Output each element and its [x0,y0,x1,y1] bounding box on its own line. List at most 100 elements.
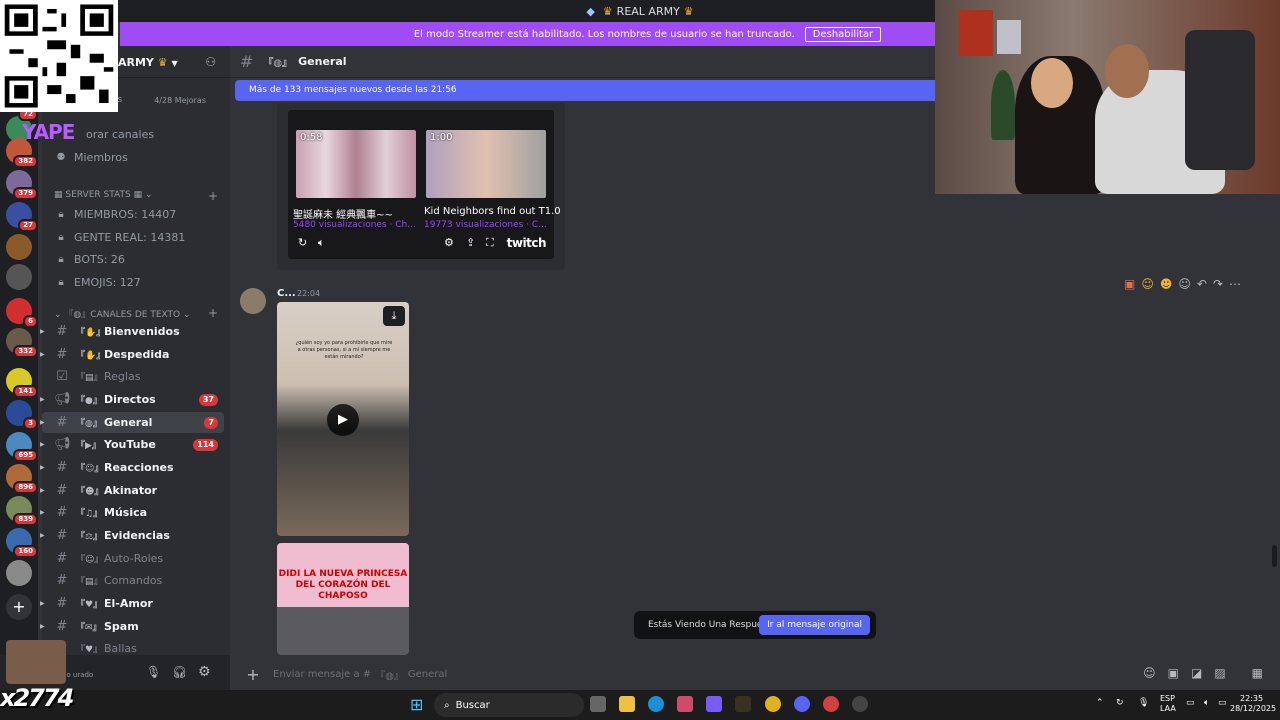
reply-icon[interactable]: ↶ [1197,277,1207,293]
server-icon[interactable]: 695 [6,432,38,462]
channel-auto-roles[interactable]: # 『☺』 Auto-Roles [42,548,224,569]
language-code[interactable]: ESP [1160,694,1175,703]
clock-time[interactable]: 22:35 [1240,694,1263,703]
language-code[interactable]: LAA [1160,704,1176,713]
chrome-icon[interactable] [765,696,781,712]
play-icon[interactable]: ▶ [327,404,359,436]
clip-thumbnail[interactable]: 0:58 [296,130,416,198]
channel-akinator[interactable]: ▶ # 『☻』 Akinator [40,480,224,501]
add-channel-icon[interactable]: + [208,189,218,203]
video-attachment[interactable]: ¿quién soy yo para prohibirle que mire a… [277,302,409,536]
server-icon[interactable] [6,264,32,290]
server-icon[interactable]: 379 [6,170,38,200]
channel-spam[interactable]: ▶ # 『✉』 Spam [40,616,224,637]
discord-icon[interactable] [794,696,810,712]
share-icon[interactable]: ⇪ [466,236,475,249]
reaction-emoji-icon[interactable]: ☻ [1160,277,1173,293]
app-icon[interactable] [852,696,868,712]
channel-comandos[interactable]: # 『▤』 Comandos [42,570,224,591]
disable-streamer-button[interactable]: Deshabilitar [804,26,882,42]
clock-date[interactable]: 28/12/2025 [1230,704,1276,713]
clip-thumbnail[interactable]: 1:00 [426,130,546,198]
channel-reacciones[interactable]: ▶ # 『☺』 Reacciones [40,457,224,478]
server-icon[interactable]: 896 [6,464,38,494]
settings-gear-icon[interactable]: ⚙ [444,236,454,249]
stat-channel[interactable]: 🔒︎ BOTS: 26 [42,249,230,269]
channel-musica[interactable]: ▶ # 『♫』 Música [40,502,224,523]
server-icon[interactable]: 141 [6,368,38,398]
stat-channel[interactable]: 🔒︎ GENTE REAL: 14381 [42,227,230,247]
emoji-icon[interactable]: ☺ [1143,666,1156,680]
clip-title[interactable]: 聖誕麻未 經典飄車~~ [293,206,393,221]
replay-icon[interactable]: ↻ [298,236,307,249]
chevron-up-icon[interactable]: ⌃ [1096,698,1104,708]
task-view-icon[interactable] [590,696,606,712]
apps-icon[interactable]: ▦ [1252,666,1263,680]
stat-channel[interactable]: 🔒︎ MIEMBROS: 14407 [42,204,230,224]
battery-icon[interactable]: ▭ [1218,698,1227,708]
twitch-player[interactable]: 0:58 1:00 聖誕麻未 經典飄車~~ Kid Neighbors find… [288,110,561,259]
channel-youtube[interactable]: ▶ 📢︎ 『▶』 YouTube 114 [40,434,224,455]
more-options-icon[interactable]: ⋯ [1229,277,1241,293]
server-icon[interactable]: 160 [6,528,38,558]
channel-reglas[interactable]: ☑ 『▤』 Reglas [42,366,224,387]
avatar[interactable] [240,288,266,314]
caret-icon: ▶ [40,396,45,403]
add-reaction-icon[interactable]: ☺ [1178,277,1191,293]
stat-channel[interactable]: 🔒︎ EMOJIS: 127 [42,272,230,292]
message-author[interactable]: C... [277,288,296,299]
reaction-emoji-icon[interactable]: ☺ [1141,277,1154,293]
server-icon[interactable] [6,234,32,260]
server-icon[interactable] [6,560,32,586]
headphones-icon[interactable]: 🎧︎ [172,665,187,679]
add-channel-icon[interactable]: + [208,306,218,320]
channel-despedida[interactable]: ▶ # 『✋』 Despedida [40,344,224,365]
server-icon[interactable]: 332 [6,328,38,358]
network-icon[interactable]: ↻ [1116,698,1124,708]
invite-people-icon[interactable]: ⚇ [205,55,216,69]
settings-gear-icon[interactable]: ⚙ [198,664,211,680]
edge-icon[interactable] [648,696,664,712]
forward-icon[interactable]: ↷ [1213,277,1223,293]
chrome-icon[interactable] [823,696,839,712]
chat-scrollbar[interactable] [1272,545,1277,567]
channel-evidencias[interactable]: ▶ # 『⚖』 Evidencias [40,525,224,546]
gif-icon[interactable]: ▣ [1168,666,1179,680]
volume-icon[interactable]: 🔈︎ [318,236,325,250]
server-icon[interactable]: 839 [6,496,38,526]
message-composer[interactable]: + Enviar mensaje a # 『◍』 General ☺ ▣ ◪ ▨… [233,659,1273,689]
microphone-icon[interactable]: 🎙︎ [1138,698,1149,708]
fullscreen-icon[interactable]: ⛶ [486,236,494,250]
server-icon[interactable]: 6 [6,298,38,328]
server-stats-category[interactable]: ▦ SERVER STATS ▦ ⌄ + [54,189,218,203]
windows-start-icon[interactable]: ⊞ [410,695,423,714]
clip-title[interactable]: Kid Neighbors find out T1.0 [424,206,561,217]
app-icon[interactable] [735,696,751,712]
jump-to-original-button[interactable]: Ir al mensaje original [759,615,870,635]
channel-el-amor[interactable]: ▶ # 『♥』 El-Amor [40,593,224,614]
twitch-logo[interactable]: twitch [507,236,547,250]
attach-plus-icon[interactable]: + [233,665,273,684]
new-messages-bar[interactable]: Más de 133 mensajes nuevos desde las 21:… [235,80,935,101]
add-server-icon[interactable]: + [6,594,32,620]
channel-label: Despedida [104,348,170,361]
channel-directos[interactable]: ▶ 📢︎ 『●』 Directos 37 [40,389,224,410]
image-icon[interactable]: ▨ [1214,666,1225,680]
display-icon[interactable]: ▭ [1186,698,1195,708]
copilot-icon[interactable] [706,696,722,712]
sticker-icon[interactable]: ◪ [1191,666,1202,680]
server-icon[interactable]: 3 [6,400,38,430]
channel-bienvenidos[interactable]: ▶ # 『✋』 Bienvenidos [40,321,224,342]
reaction-emoji-icon[interactable]: ▣ [1124,277,1135,293]
text-channels-category[interactable]: ⌄ 『◍』CANALES DE TEXTO ⌄ + [54,306,218,320]
server-icon[interactable]: 27 [6,202,38,232]
microphone-icon[interactable]: 🎙︎ [146,665,161,679]
file-explorer-icon[interactable] [619,696,635,712]
app-icon[interactable] [677,696,693,712]
volume-icon[interactable]: 🔈︎ [1204,698,1209,708]
video-attachment[interactable]: DIDI LA NUEVA PRINCESA DEL CORAZÓN DEL C… [277,543,409,655]
channel-general[interactable]: ▶ # 『◍』 General 7 [40,412,224,433]
download-icon[interactable]: ⤓ [383,306,405,326]
members-item[interactable]: ⚉ Miembros [42,147,230,167]
taskbar-search[interactable]: ⌕ Buscar [434,693,584,717]
